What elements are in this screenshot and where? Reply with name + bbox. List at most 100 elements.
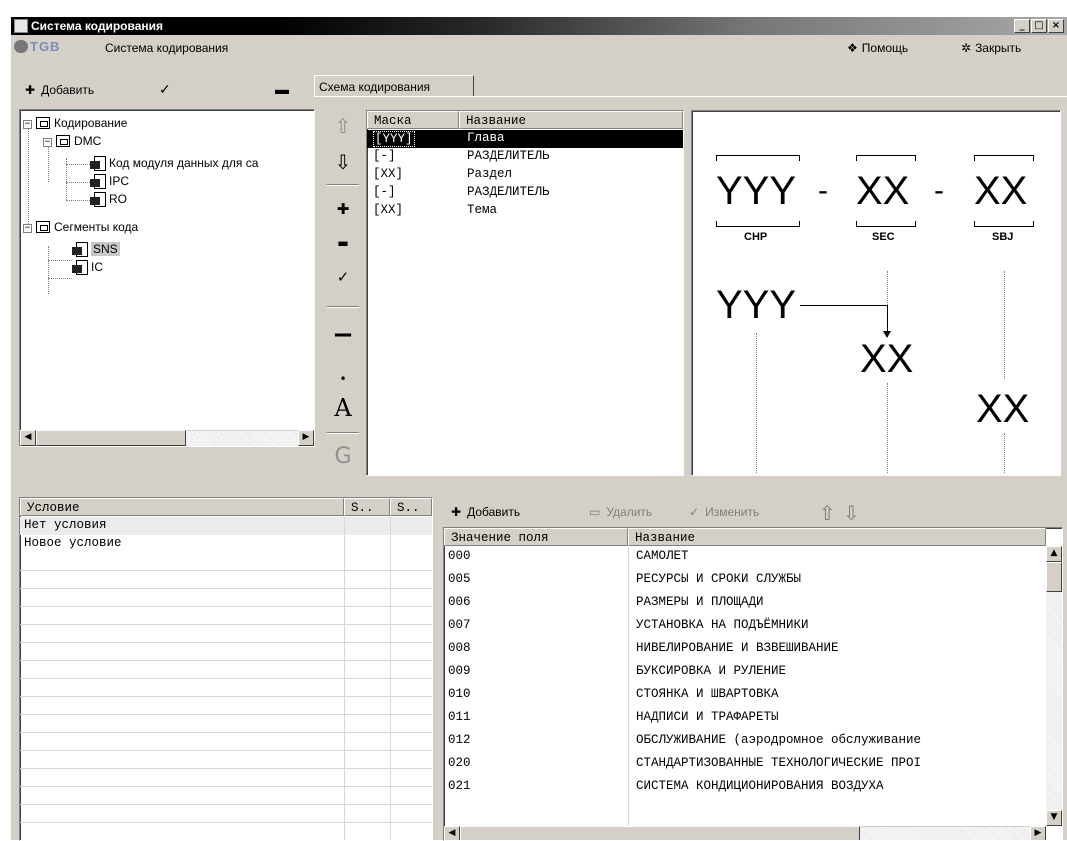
check-icon: ✓ — [689, 505, 700, 519]
tree-add-button[interactable]: ✚ Добавить — [25, 83, 94, 97]
folder-icon — [36, 117, 50, 129]
help-menu[interactable]: ❖ Помощь — [847, 41, 908, 55]
tgb-logo: TGB — [14, 39, 60, 54]
check-icon[interactable]: ✓ — [323, 268, 363, 286]
move-down-icon[interactable]: ⇩ — [323, 150, 363, 174]
tree-node-code-segments[interactable]: − Сегменты кода — [23, 220, 138, 234]
cell-mask: [XX] — [373, 203, 404, 217]
tree-apply-button[interactable]: ✓ — [159, 81, 171, 98]
close-window-button[interactable]: × — [1048, 19, 1064, 33]
values-edit-label: Изменить — [705, 505, 760, 519]
scroll-thumb[interactable] — [36, 430, 186, 446]
close-menu[interactable]: ✲ Закрыть — [961, 41, 1021, 55]
cell-value: 008 — [448, 641, 471, 655]
collapse-toggle[interactable]: − — [43, 138, 52, 147]
scroll-thumb[interactable] — [460, 826, 860, 840]
app-icon — [14, 19, 28, 33]
maximize-button[interactable]: □ — [1031, 19, 1047, 33]
column-header-s2[interactable]: S.. — [390, 498, 432, 516]
values-move-down-icon[interactable]: ⇩ — [843, 501, 860, 525]
collapse-toggle[interactable]: − — [23, 224, 32, 233]
move-up-icon[interactable]: ⇧ — [323, 114, 363, 138]
cell-value: 021 — [448, 779, 471, 793]
values-delete-button[interactable]: ▭ Удалить — [589, 505, 652, 519]
cell-value: 006 — [448, 595, 471, 609]
cell-name: Тема — [467, 203, 498, 217]
cell-name: РАЗДЕЛИТЕЛЬ — [467, 149, 550, 163]
mask-table: Маска Название [YYY] Глава [-] РАЗДЕЛИТЕЛЬ… — [366, 110, 684, 476]
window-title: Система кодирования — [31, 19, 164, 33]
hierarchy-connector — [800, 305, 888, 306]
table-row[interactable]: Новое условие — [20, 535, 432, 553]
cell-mask: [-] — [373, 149, 396, 163]
tree-node-label: Сегменты кода — [54, 220, 139, 234]
cell-name: ОБСЛУЖИВАНИЕ (аэродромное обслуживание — [636, 733, 922, 747]
condition-table: Условие S.. S.. Нет условия Новое услови… — [19, 497, 433, 841]
scroll-left-button[interactable]: ◀ — [444, 826, 460, 840]
column-header-name[interactable]: Название — [459, 111, 683, 129]
tab-coding-scheme[interactable]: Схема кодирования — [314, 75, 474, 97]
tree-node-data-module-code[interactable]: Код модуля данных для са — [90, 156, 258, 171]
table-row[interactable]: 006 РАЗМЕРЫ И ПЛОЩАДИ — [444, 594, 1044, 612]
column-header-mask[interactable]: Маска — [367, 111, 459, 129]
column-header-condition[interactable]: Условие — [20, 498, 344, 516]
values-edit-button[interactable]: ✓ Изменить — [689, 505, 759, 519]
tree-node-ro[interactable]: RO — [90, 192, 127, 207]
segment-bracket-top — [856, 155, 916, 161]
scroll-down-button[interactable]: ▼ — [1046, 810, 1062, 826]
letter-g-icon[interactable]: G — [323, 444, 363, 469]
add-icon[interactable]: ✚ — [323, 200, 363, 218]
cell-name: РАЗДЕЛИТЕЛЬ — [467, 185, 550, 199]
segment-chp: YYY — [716, 169, 797, 213]
table-row[interactable]: 009 БУКСИРОВКА И РУЛЕНИЕ — [444, 663, 1044, 681]
title-bar[interactable]: Система кодирования _ □ × — [11, 17, 1067, 35]
table-row[interactable]: 021 СИСТЕМА КОНДИЦИОНИРОВАНИЯ ВОЗДУХА — [444, 778, 1044, 796]
values-add-label: Добавить — [467, 505, 521, 519]
tree-node-coding[interactable]: − Кодирование — [23, 116, 127, 130]
table-row[interactable]: [-] РАЗДЕЛИТЕЛЬ — [367, 184, 683, 202]
table-row[interactable]: 007 УСТАНОВКА НА ПОДЪЁМНИКИ — [444, 617, 1044, 635]
table-row[interactable]: 020 СТАНДАРТИЗОВАННЫЕ ТЕХНОЛОГИЧЕСКИЕ ПРО… — [444, 755, 1044, 773]
table-row[interactable]: [XX] Раздел — [367, 166, 683, 184]
letter-a-icon[interactable]: A — [323, 394, 363, 422]
minimize-button[interactable]: _ — [1014, 19, 1030, 33]
scroll-left-button[interactable]: ◀ — [20, 430, 36, 446]
scroll-thumb[interactable] — [1046, 562, 1062, 592]
table-row[interactable]: 011 НАДПИСИ И ТРАФАРЕТЫ — [444, 709, 1044, 727]
tree-node-ic[interactable]: IC — [72, 260, 103, 275]
field-values-table: Значение поля Название 000 САМОЛЕТ 005 РЕС… — [443, 527, 1063, 841]
cell-name: Глава — [467, 131, 505, 145]
remove-icon[interactable]: ▬ — [323, 236, 363, 250]
cell-value: 011 — [448, 710, 471, 724]
table-row[interactable]: Нет условия — [20, 517, 432, 535]
column-header-name[interactable]: Название — [628, 528, 1046, 546]
tree-remove-button[interactable]: ▬ — [275, 81, 289, 97]
dash-icon[interactable]: − — [323, 320, 363, 350]
column-header-field-value[interactable]: Значение поля — [444, 528, 628, 546]
values-add-button[interactable]: ✚ Добавить — [451, 505, 520, 519]
collapse-toggle[interactable]: − — [23, 120, 32, 129]
tree-node-sns[interactable]: SNS — [72, 242, 120, 257]
table-row[interactable]: 000 САМОЛЕТ — [444, 548, 1044, 566]
scroll-right-button[interactable]: ▶ — [1030, 826, 1046, 840]
table-row[interactable]: [-] РАЗДЕЛИТЕЛЬ — [367, 148, 683, 166]
scroll-right-button[interactable]: ▶ — [298, 430, 314, 446]
table-row[interactable]: 010 СТОЯНКА И ШВАРТОВКА — [444, 686, 1044, 704]
document-icon — [90, 192, 106, 207]
scroll-up-button[interactable]: ▲ — [1046, 546, 1062, 562]
table-row[interactable]: [XX] Тема — [367, 202, 683, 220]
tree-node-dmc[interactable]: − DMC — [43, 134, 101, 148]
table-row[interactable]: 008 НИВЕЛИРОВАНИЕ И ВЗВЕШИВАНИЕ — [444, 640, 1044, 658]
table-row[interactable]: [YYY] Глава — [367, 130, 683, 148]
column-header-s1[interactable]: S.. — [344, 498, 390, 516]
check-icon: ✓ — [159, 81, 171, 97]
cell-value: 012 — [448, 733, 471, 747]
tab-label: Схема кодирования — [319, 80, 431, 94]
tree-node-ipc[interactable]: IPC — [90, 174, 129, 189]
table-row[interactable]: 012 ОБСЛУЖИВАНИЕ (аэродромное обслуживани… — [444, 732, 1044, 750]
dot-icon[interactable]: • — [323, 372, 363, 386]
values-move-up-icon[interactable]: ⇧ — [819, 501, 836, 525]
table-row[interactable]: 005 РЕСУРСЫ И СРОКИ СЛУЖБЫ — [444, 571, 1044, 589]
document-icon — [90, 156, 106, 171]
hierarchy-level-3: XX — [976, 387, 1030, 431]
